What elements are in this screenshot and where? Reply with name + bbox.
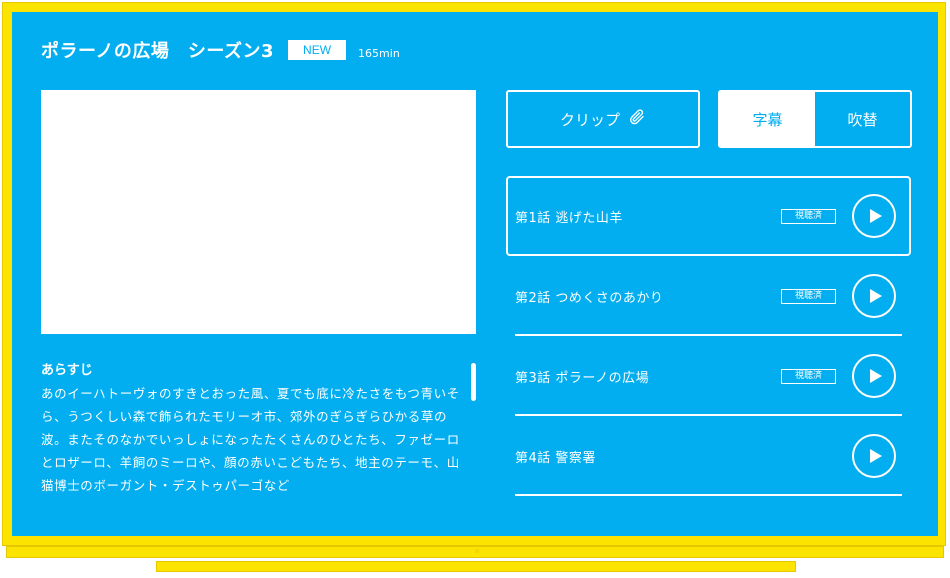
episode-title: 第1話 逃げた山羊 (515, 210, 623, 226)
tv-screen: ポラーノの広場 シーズン3 NEW 165min あらすじ あのイーハトーヴォの… (12, 12, 938, 536)
play-button[interactable] (852, 434, 896, 478)
watched-badge: 視聴済 (781, 208, 836, 224)
episode-item-1[interactable]: 第1話 逃げた山羊 視聴済 (506, 176, 911, 256)
paperclip-icon (628, 108, 646, 130)
play-icon (869, 369, 882, 383)
page-title: ポラーノの広場 シーズン3 (41, 41, 275, 62)
synopsis-heading: あらすじ (41, 363, 93, 378)
dub-option[interactable]: 吹替 (815, 92, 910, 146)
audio-toggle: 字幕 吹替 (718, 90, 912, 148)
clip-button[interactable]: クリップ (506, 90, 700, 148)
video-player[interactable] (41, 90, 476, 334)
duration-label: 165min (358, 46, 400, 60)
episode-item-3[interactable]: 第3話 ポラーノの広場 視聴済 (506, 336, 911, 416)
header: ポラーノの広場 シーズン3 NEW 165min (41, 30, 400, 70)
play-button[interactable] (852, 274, 896, 318)
tv-power-indicator (475, 549, 479, 553)
play-icon (869, 209, 882, 223)
episode-item-4[interactable]: 第4話 警察署 (506, 416, 911, 496)
episode-item-2[interactable]: 第2話 つめくさのあかり 視聴済 (506, 256, 911, 336)
synopsis-panel: あらすじ あのイーハトーヴォのすきとおった風、夏でも底に冷たさをもつ青いそら、う… (41, 359, 471, 509)
play-icon (869, 449, 882, 463)
episode-title: 第2話 つめくさのあかり (515, 290, 664, 306)
tv-stand-base (156, 561, 796, 572)
tv-stand-strip (6, 546, 944, 558)
play-button[interactable] (852, 354, 896, 398)
episode-divider (515, 494, 902, 496)
episode-list: 第1話 逃げた山羊 視聴済 第2話 つめくさのあかり 視聴済 第3話 ポラーノの… (506, 176, 911, 496)
play-button[interactable] (852, 194, 896, 238)
new-badge: NEW (288, 40, 347, 60)
clip-button-label: クリップ (559, 110, 620, 129)
watched-badge: 視聴済 (781, 368, 836, 384)
synopsis-scrollbar[interactable] (471, 363, 476, 401)
watched-badge: 視聴済 (781, 288, 836, 304)
subtitle-option[interactable]: 字幕 (720, 92, 815, 146)
synopsis-body: あのイーハトーヴォのすきとおった風、夏でも底に冷たさをもつ青いそら、うつくしい森… (41, 386, 460, 493)
episode-title: 第4話 警察署 (515, 450, 596, 466)
episode-title: 第3話 ポラーノの広場 (515, 370, 650, 386)
play-icon (869, 289, 882, 303)
